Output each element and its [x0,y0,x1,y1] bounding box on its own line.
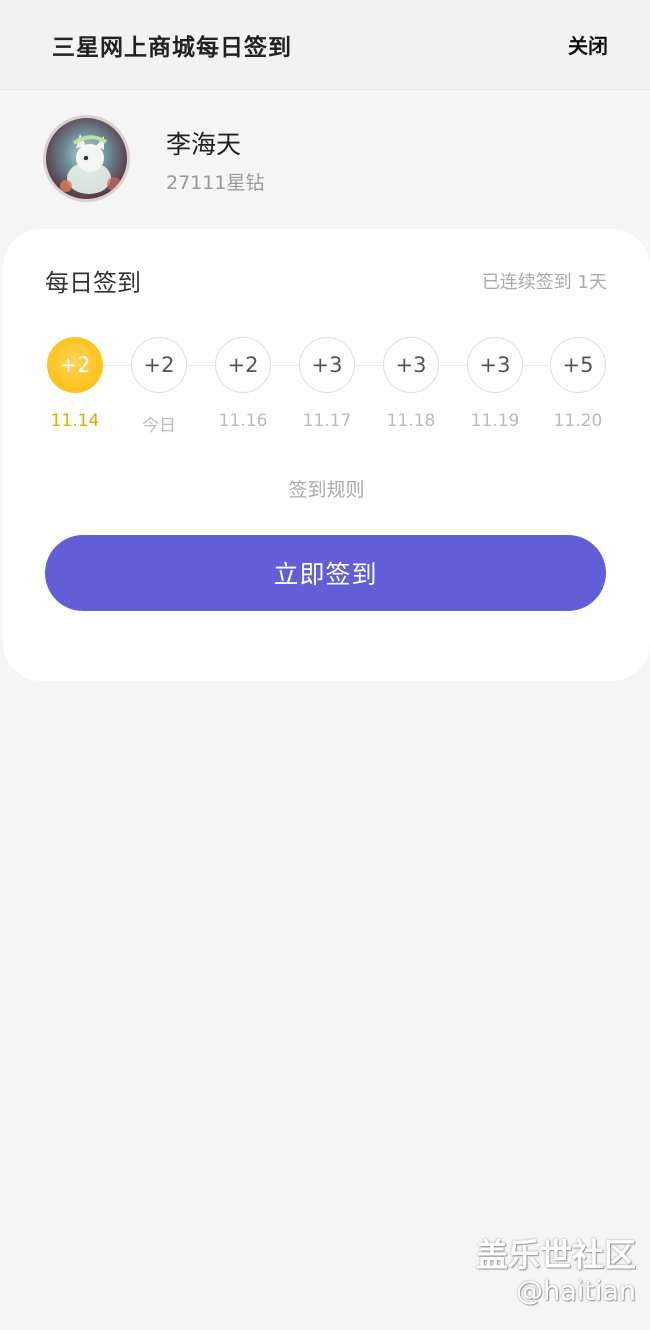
user-points: 27111星钻 [166,172,265,194]
avatar [43,115,130,202]
day-date: 11.18 [386,411,436,431]
day-reward-badge: +2 [47,337,103,393]
checkin-day: +3 11.18 [381,337,441,447]
day-reward-badge: +3 [299,337,355,393]
page-title: 三星网上商城每日签到 [52,35,292,61]
user-name: 李海天 [166,130,242,159]
day-date: 11.14 [50,411,100,431]
day-date: 11.16 [218,411,268,431]
day-date: 11.19 [470,411,520,431]
checkin-day: +2 11.16 [213,337,273,447]
close-button[interactable]: 关闭 [568,30,608,59]
day-date: 11.17 [302,411,352,431]
day-reward-badge: +2 [131,337,187,393]
watermark-handle: @haitian [516,1276,636,1307]
day-date: 11.20 [553,411,603,431]
streak-status: 已连续签到 1天 [481,272,607,293]
checkin-day: +5 11.20 [548,337,608,447]
checkin-day: +2 11.14 [45,337,105,447]
day-reward-badge: +2 [215,337,271,393]
checkin-title: 每日签到 [45,269,141,297]
day-date: 今日 [142,416,176,436]
user-profile: 李海天 27111星钻 [0,90,650,230]
day-reward-badge: +5 [550,337,606,393]
day-reward-badge: +3 [383,337,439,393]
header-bar: 三星网上商城每日签到 关闭 [0,0,650,90]
checkin-now-button[interactable]: 立即签到 [45,535,606,611]
checkin-card: 每日签到 已连续签到 1天 +2 11.14 +2 今日 +2 11.16 +3… [3,229,650,681]
checkin-day: +2 今日 [129,337,189,447]
avatar-illustration-icon [60,134,121,194]
checkin-day: +3 11.19 [465,337,525,447]
checkin-rules-link[interactable]: 签到规则 [3,475,650,502]
watermark-community: 盖乐世社区 [475,1236,636,1274]
day-reward-badge: +3 [467,337,523,393]
checkin-day: +3 11.17 [297,337,357,447]
